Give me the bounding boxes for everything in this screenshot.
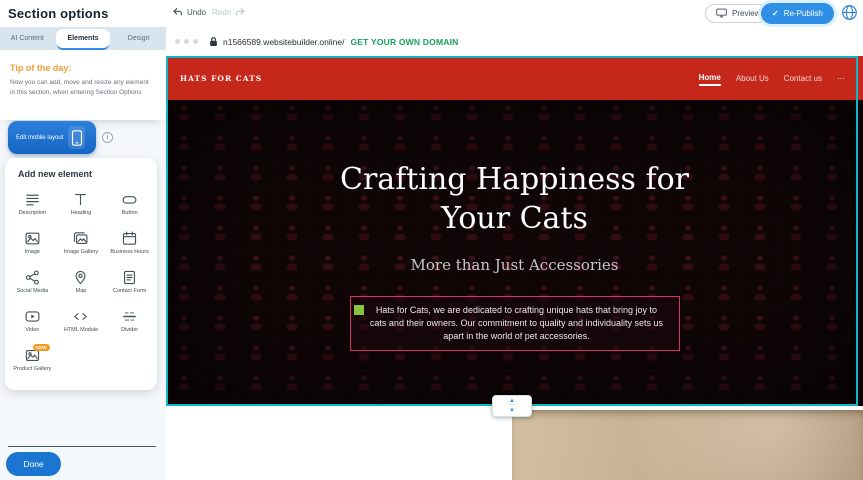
element-html-module[interactable]: HTML Module [57, 303, 106, 341]
business-hours-icon [121, 230, 138, 247]
lock-icon [209, 36, 218, 47]
section-options-sidebar: AI ContentElementsDesign Tip of the day:… [0, 27, 166, 480]
preview-canvas: n1566589.websitebuilder.online/ GET YOUR… [166, 27, 863, 480]
element-button[interactable]: Button [105, 186, 154, 224]
arrow-down-icon: ▼ [509, 408, 515, 414]
next-section [166, 406, 863, 480]
tip-of-the-day-card: Tip of the day: Now you can add, move an… [0, 50, 166, 120]
element-label: Image Gallery [64, 249, 98, 256]
element-grid: Description Heading Button Image Image Galle… [8, 186, 154, 380]
phone-icon [68, 126, 85, 149]
preview-label: Preview [732, 9, 760, 18]
element-label: Video [25, 327, 39, 334]
site-url: n1566589.websitebuilder.online/ [223, 37, 344, 47]
edit-mobile-layout-button[interactable]: Edit mobile layout [8, 121, 96, 154]
undo-label: Undo [187, 8, 206, 17]
element-social-media[interactable]: Social Media [8, 264, 57, 302]
check-icon: ✓ [772, 9, 779, 18]
website-builder-app: Section options Undo Redo Preview ✓ Re-P… [0, 0, 863, 480]
nav-home[interactable]: Home [699, 70, 721, 86]
republish-button[interactable]: ✓ Re-Publish [761, 3, 834, 24]
nav-more[interactable]: ⋯ [837, 71, 845, 85]
contact-form-icon [121, 269, 138, 286]
element-label: Business Hours [110, 249, 149, 256]
nav-about-us[interactable]: About Us [736, 71, 769, 85]
add-new-element-panel: Add new element Description Heading Button… [5, 158, 157, 390]
browser-bar: n1566589.websitebuilder.online/ GET YOUR… [166, 27, 863, 56]
sidebar-tabs: AI ContentElementsDesign [0, 27, 166, 50]
republish-label: Re-Publish [784, 9, 823, 18]
globe-icon[interactable] [841, 4, 858, 21]
info-icon[interactable]: i [102, 132, 113, 143]
done-button[interactable]: Done [6, 452, 61, 476]
element-label: HTML Module [64, 327, 98, 334]
tip-title: Tip of the day: [10, 63, 156, 73]
site-preview: HATS FOR CATS Home About Us Contact us ⋯ Cr… [166, 56, 863, 406]
button-icon [121, 191, 138, 208]
browser-dot [193, 39, 198, 44]
element-drag-handle[interactable] [354, 305, 364, 315]
element-label: Heading [71, 210, 92, 217]
element-description[interactable]: Description [8, 186, 57, 224]
element-label: Image [25, 249, 40, 256]
redo-button[interactable]: Redo [212, 7, 246, 18]
add-panel-title: Add new element [18, 169, 154, 179]
element-label: Divider [121, 327, 138, 334]
tip-body: Now you can add, move and resize any ele… [10, 78, 152, 98]
redo-label: Redo [212, 8, 231, 17]
tab-design[interactable]: Design [111, 27, 166, 50]
new-badge: NEW [33, 344, 50, 351]
browser-dot [184, 39, 189, 44]
page-title: Section options [8, 6, 109, 21]
html-module-icon [72, 308, 89, 325]
element-contact-form[interactable]: Contact Form [105, 264, 154, 302]
redo-icon [235, 7, 246, 18]
description-icon [24, 191, 41, 208]
sidebar-divider [8, 446, 156, 447]
site-logo[interactable]: HATS FOR CATS [180, 74, 262, 83]
tab-ai-content[interactable]: AI Content [0, 27, 55, 50]
hero-heading: Crafting Happiness for Your Cats [332, 160, 697, 238]
element-label: Social Media [17, 288, 49, 295]
element-video[interactable]: Video [8, 303, 57, 341]
element-image[interactable]: Image [8, 225, 57, 263]
site-nav: Home About Us Contact us ⋯ [699, 70, 845, 86]
element-divider[interactable]: Divider [105, 303, 154, 341]
undo-button[interactable]: Undo [172, 7, 206, 18]
element-product-gallery[interactable]: NEW Product Gallery [8, 342, 57, 380]
undo-icon [172, 7, 183, 18]
element-label: Button [122, 210, 138, 217]
image-icon [24, 230, 41, 247]
element-label: Map [76, 288, 87, 295]
divider-icon [121, 308, 138, 325]
element-map[interactable]: Map [57, 264, 106, 302]
hero-text-box[interactable]: Hats for Cats, we are dedicated to craft… [350, 296, 680, 351]
topbar: Section options Undo Redo Preview ✓ Re-P… [0, 0, 863, 27]
heading-icon [72, 191, 89, 208]
hero-body-text: Hats for Cats, we are dedicated to craft… [370, 305, 663, 341]
nav-contact-us[interactable]: Contact us [784, 71, 822, 85]
sand-image [512, 410, 863, 480]
element-label: Contact Form [113, 288, 146, 295]
monitor-icon [716, 8, 727, 19]
hero-section[interactable]: Crafting Happiness for Your Cats More th… [166, 100, 863, 406]
map-icon [72, 269, 89, 286]
browser-dot [175, 39, 180, 44]
element-heading[interactable]: Heading [57, 186, 106, 224]
element-label: Description [19, 210, 47, 217]
element-label: Product Gallery [13, 366, 51, 373]
social-media-icon [24, 269, 41, 286]
video-icon [24, 308, 41, 325]
get-own-domain-link[interactable]: GET YOUR OWN DOMAIN [350, 37, 458, 47]
section-resize-handle[interactable]: ▲ ⋯ ▼ [492, 395, 532, 417]
tab-elements[interactable]: Elements [56, 29, 111, 48]
image-gallery-icon [72, 230, 89, 247]
element-image-gallery[interactable]: Image Gallery [57, 225, 106, 263]
site-header[interactable]: HATS FOR CATS Home About Us Contact us ⋯ [166, 56, 863, 100]
edit-mobile-label: Edit mobile layout [16, 135, 63, 141]
hero-subheading: More than Just Accessories [411, 256, 619, 274]
element-business-hours[interactable]: Business Hours [105, 225, 154, 263]
